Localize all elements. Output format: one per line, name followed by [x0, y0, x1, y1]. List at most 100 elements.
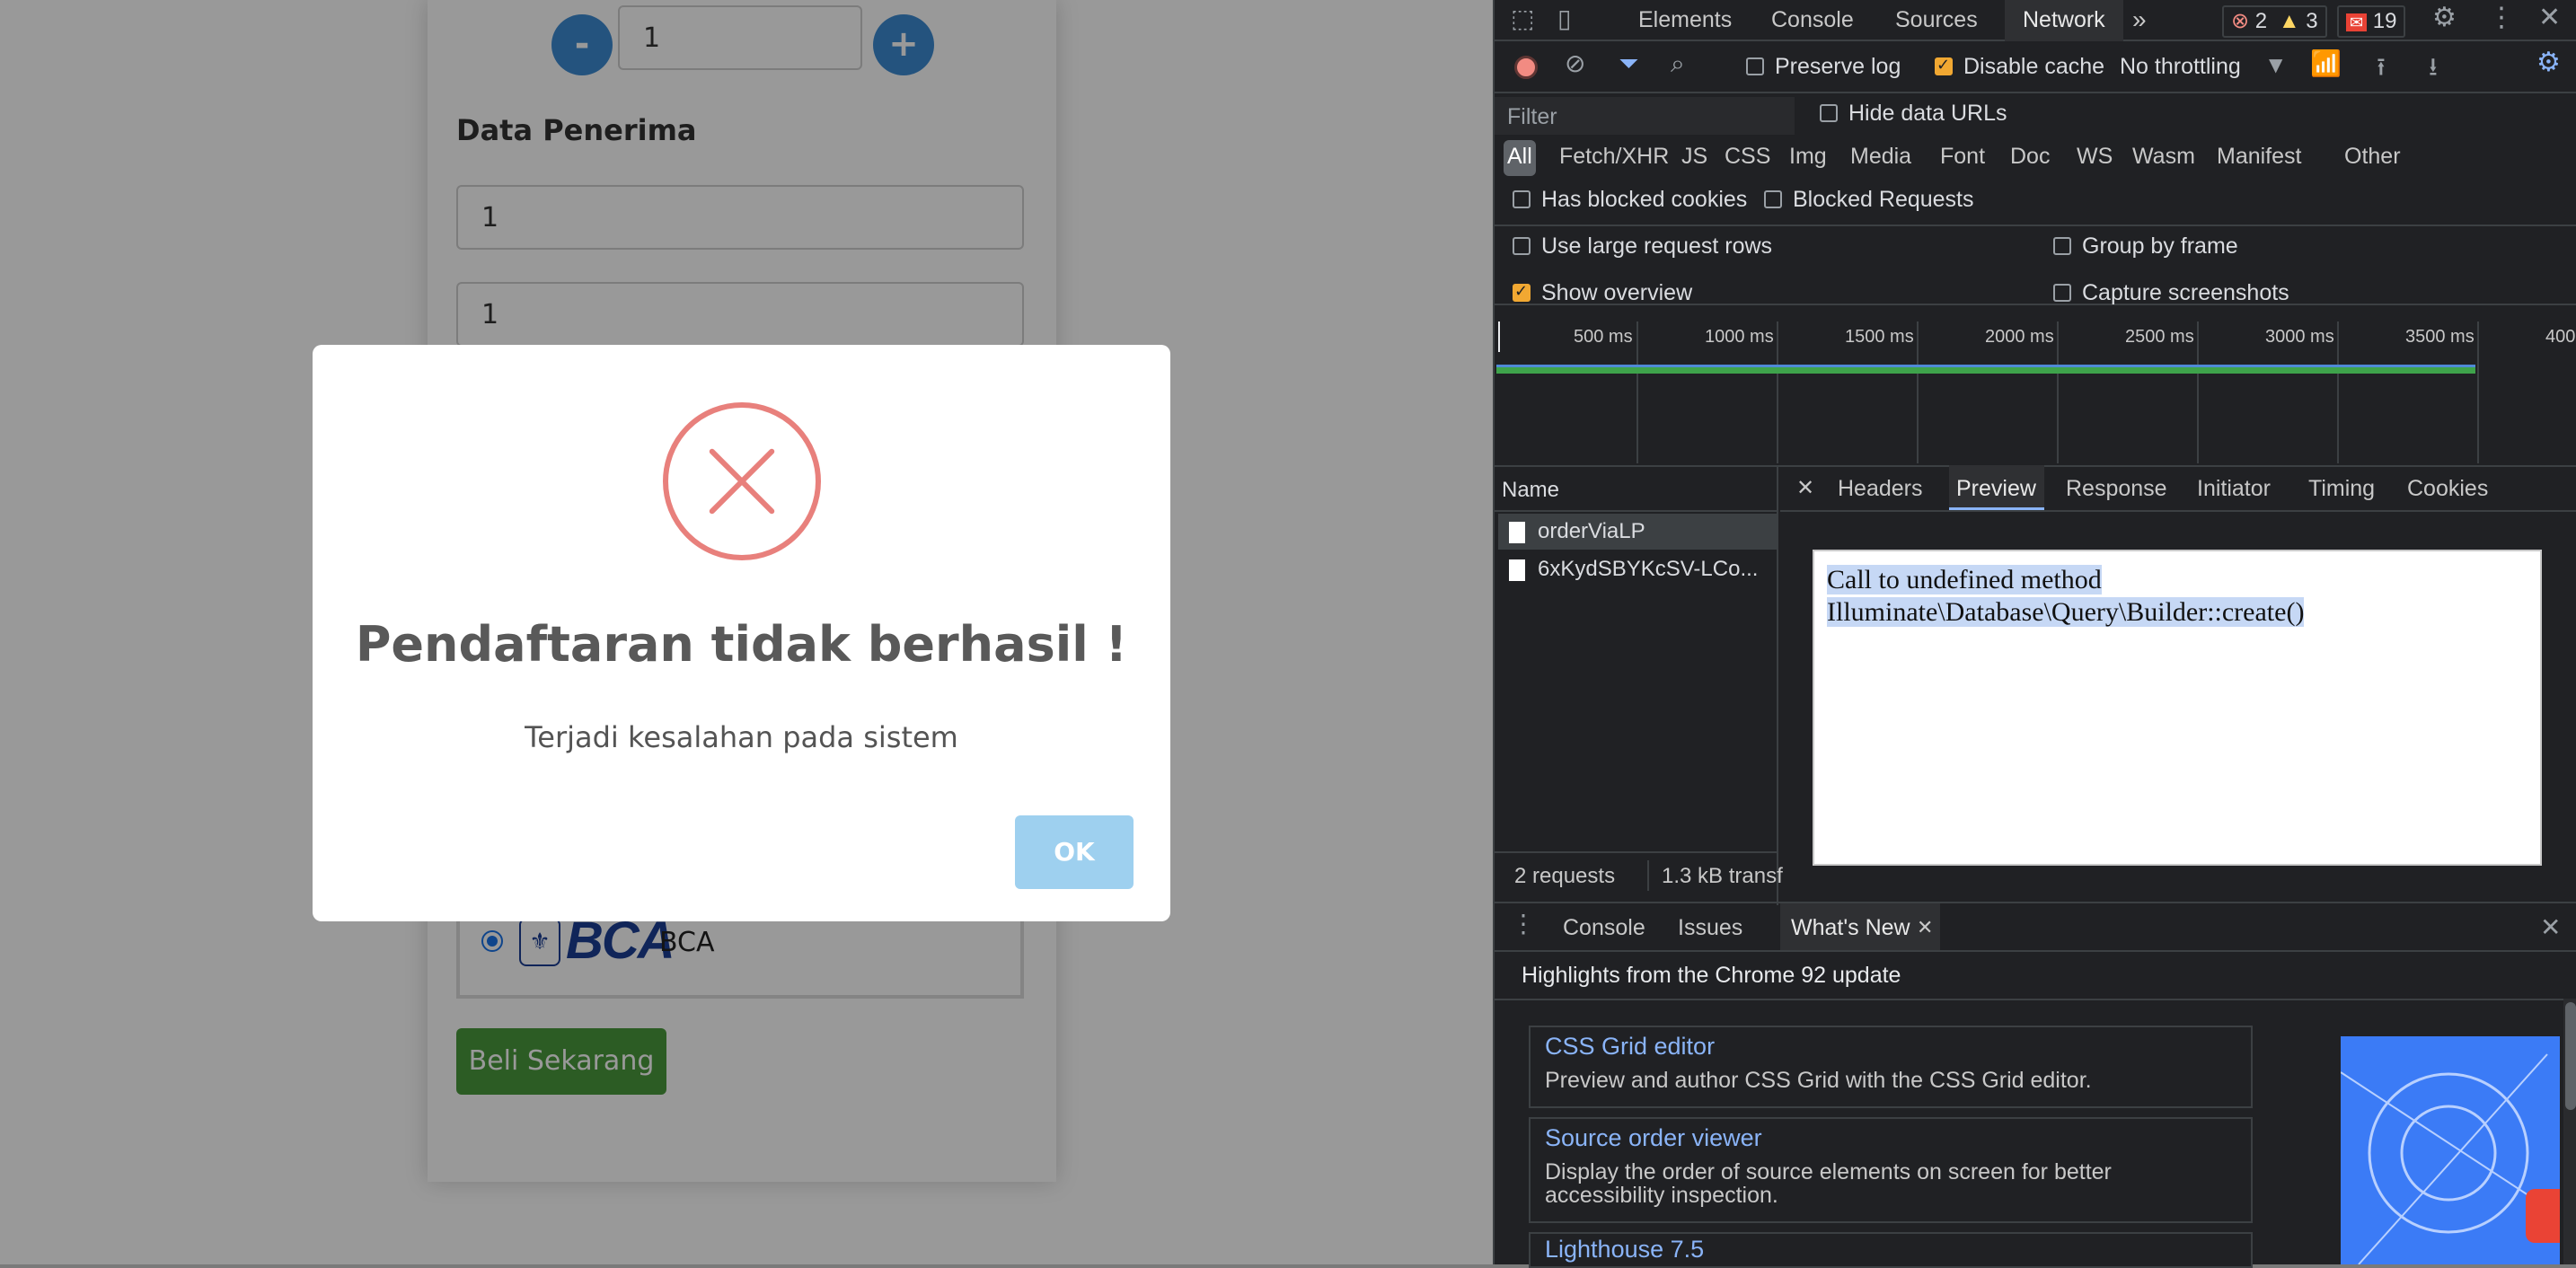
import-har-icon[interactable]: ⭱: [2377, 48, 2386, 92]
requests-pane: Name orderViaLP 6xKydSBYKcSV-LCo... 2 re…: [1495, 467, 1783, 905]
feature-title[interactable]: Lighthouse 7.5: [1545, 1236, 1704, 1264]
show-overview-checkbox[interactable]: [1513, 282, 1531, 302]
filter-type-doc[interactable]: Doc: [2010, 144, 2050, 170]
drawer-scrollbar[interactable]: [2563, 999, 2576, 1264]
tab-response[interactable]: Response: [2066, 465, 2167, 510]
group-by-frame-label: Group by frame: [2082, 233, 2238, 259]
close-devtools-icon[interactable]: ✕: [2538, 2, 2561, 33]
preview-line-2: Illuminate\Database\Query\Builder::creat…: [1827, 597, 2305, 627]
tab-initiator[interactable]: Initiator: [2197, 465, 2271, 510]
request-row[interactable]: 6xKydSBYKcSV-LCo...: [1498, 551, 1777, 587]
filter-type-js[interactable]: JS: [1681, 144, 1707, 170]
network-settings-gear-icon[interactable]: ⚙: [2536, 47, 2561, 78]
error-warning-counter[interactable]: ⊗ 2 ▲ 3: [2222, 5, 2327, 38]
close-details-icon[interactable]: ✕: [1796, 465, 1814, 510]
tab-console[interactable]: Console: [1771, 0, 1854, 41]
filter-input[interactable]: Filter: [1495, 97, 1795, 135]
tab-elements[interactable]: Elements: [1638, 0, 1732, 41]
timeline-tick-label: 400: [2545, 327, 2576, 347]
error-dialog: Pendaftaran tidak berhasil ! Terjadi kes…: [313, 345, 1170, 921]
feature-card[interactable]: Source order viewer Display the order of…: [1529, 1117, 2253, 1223]
document-file-icon: [1509, 521, 1525, 543]
request-name: 6xKydSBYKcSV-LCo...: [1538, 557, 1759, 581]
gridline: [1636, 321, 1638, 463]
tab-preview[interactable]: Preview: [1956, 465, 2036, 510]
illustration-graphic: [2341, 1053, 2560, 1264]
tab-network[interactable]: Network: [2005, 0, 2123, 41]
filter-type-media[interactable]: Media: [1850, 144, 1911, 170]
hide-data-urls-checkbox[interactable]: [1820, 104, 1838, 122]
feature-title[interactable]: CSS Grid editor: [1545, 1033, 1715, 1061]
filter-type-manifest[interactable]: Manifest: [2217, 144, 2301, 170]
gridline: [1777, 321, 1778, 463]
feature-card[interactable]: CSS Grid editor Preview and author CSS G…: [1529, 1026, 2253, 1108]
ok-button[interactable]: OK: [1015, 815, 1134, 889]
dialog-title: Pendaftaran tidak berhasil !: [355, 616, 1128, 673]
chevron-down-icon[interactable]: ▼: [2269, 54, 2282, 75]
blocked-requests-checkbox[interactable]: [1764, 190, 1782, 208]
feature-title[interactable]: Source order viewer: [1545, 1124, 1762, 1152]
tab-sources[interactable]: Sources: [1895, 0, 1978, 41]
filter-type-all[interactable]: All: [1507, 144, 1532, 170]
issues-icon: ✉: [2346, 13, 2368, 31]
web-page: - 1 + Data Penerima 1 1 ⚜ BCA BCA Beli S…: [0, 0, 1493, 1264]
throttling-select[interactable]: No throttling: [2120, 54, 2241, 80]
more-options-icon[interactable]: ⋮: [2488, 2, 2515, 33]
drawer-tab-issues[interactable]: Issues: [1678, 905, 1742, 950]
timeline-tick-label: 500 ms: [1574, 327, 1633, 347]
timeline-tick-label: 1500 ms: [1845, 327, 1914, 347]
preserve-log-label: Preserve log: [1775, 54, 1901, 79]
tab-headers[interactable]: Headers: [1838, 465, 1923, 510]
error-x-icon: [663, 402, 821, 560]
close-drawer-icon[interactable]: ✕: [2540, 912, 2561, 942]
group-by-frame-checkbox[interactable]: [2053, 237, 2071, 255]
device-toolbar-icon[interactable]: ▯: [1557, 4, 1571, 33]
timeline-tick-label: 2500 ms: [2125, 327, 2194, 347]
timeline-tick-label: 3000 ms: [2265, 327, 2334, 347]
filter-type-font[interactable]: Font: [1940, 144, 1985, 170]
filter-type-wasm[interactable]: Wasm: [2132, 144, 2195, 170]
network-conditions-icon[interactable]: 📶: [2310, 48, 2342, 78]
feature-card[interactable]: Lighthouse 7.5: [1529, 1232, 2253, 1268]
request-row[interactable]: orderViaLP: [1498, 514, 1777, 550]
more-tabs-icon[interactable]: »: [2132, 0, 2147, 41]
request-count: 2 requests: [1514, 864, 1616, 888]
transferred-size: 1.3 kB transf: [1662, 864, 1783, 888]
timeline-start-marker: [1498, 321, 1500, 352]
tab-timing[interactable]: Timing: [2308, 465, 2375, 510]
name-column-header[interactable]: Name: [1502, 478, 1559, 503]
filter-section: Filter Hide data URLs All Fetch/XHR JS C…: [1495, 93, 2576, 305]
scrollbar-thumb[interactable]: [2565, 1002, 2576, 1110]
capture-screenshots-checkbox[interactable]: [2053, 284, 2071, 302]
drawer-tab-console[interactable]: Console: [1563, 905, 1645, 950]
settings-gear-icon[interactable]: ⚙: [2432, 2, 2457, 33]
issues-counter[interactable]: ✉ 19: [2337, 5, 2406, 38]
close-tab-icon[interactable]: ✕: [1917, 905, 1933, 950]
large-rows-checkbox[interactable]: [1513, 237, 1531, 255]
has-blocked-cookies-checkbox[interactable]: [1513, 190, 1531, 208]
inspect-element-icon[interactable]: ⬚: [1511, 4, 1534, 33]
divider: [1495, 851, 1777, 853]
disable-cache-checkbox[interactable]: [1935, 56, 1953, 75]
gridline: [1917, 321, 1919, 463]
filter-icon[interactable]: ⏷: [1619, 48, 1638, 79]
divider: [1495, 225, 2576, 226]
tab-cookies[interactable]: Cookies: [2407, 465, 2488, 510]
search-icon[interactable]: ⌕: [1671, 48, 1685, 79]
capture-screenshots-label: Capture screenshots: [2082, 280, 2289, 305]
document-file-icon: [1509, 559, 1525, 581]
preview-line-1: Call to undefined method: [1827, 565, 2102, 594]
record-icon[interactable]: [1514, 56, 1538, 79]
export-har-icon[interactable]: ⭳: [2429, 48, 2438, 92]
drawer-tab-whats-new[interactable]: What's New: [1791, 905, 1910, 950]
filter-type-css[interactable]: CSS: [1725, 144, 1770, 170]
filter-type-img[interactable]: Img: [1789, 144, 1827, 170]
filter-type-other[interactable]: Other: [2344, 144, 2401, 170]
whats-new-heading: Highlights from the Chrome 92 update: [1522, 963, 1901, 988]
filter-type-fetch-xhr[interactable]: Fetch/XHR: [1559, 144, 1669, 170]
clear-icon[interactable]: ⊘: [1565, 48, 1585, 78]
drawer-menu-icon[interactable]: ⋮: [1511, 909, 1536, 938]
gridline: [2197, 321, 2199, 463]
filter-type-ws[interactable]: WS: [2077, 144, 2113, 170]
preserve-log-checkbox[interactable]: [1746, 57, 1764, 75]
